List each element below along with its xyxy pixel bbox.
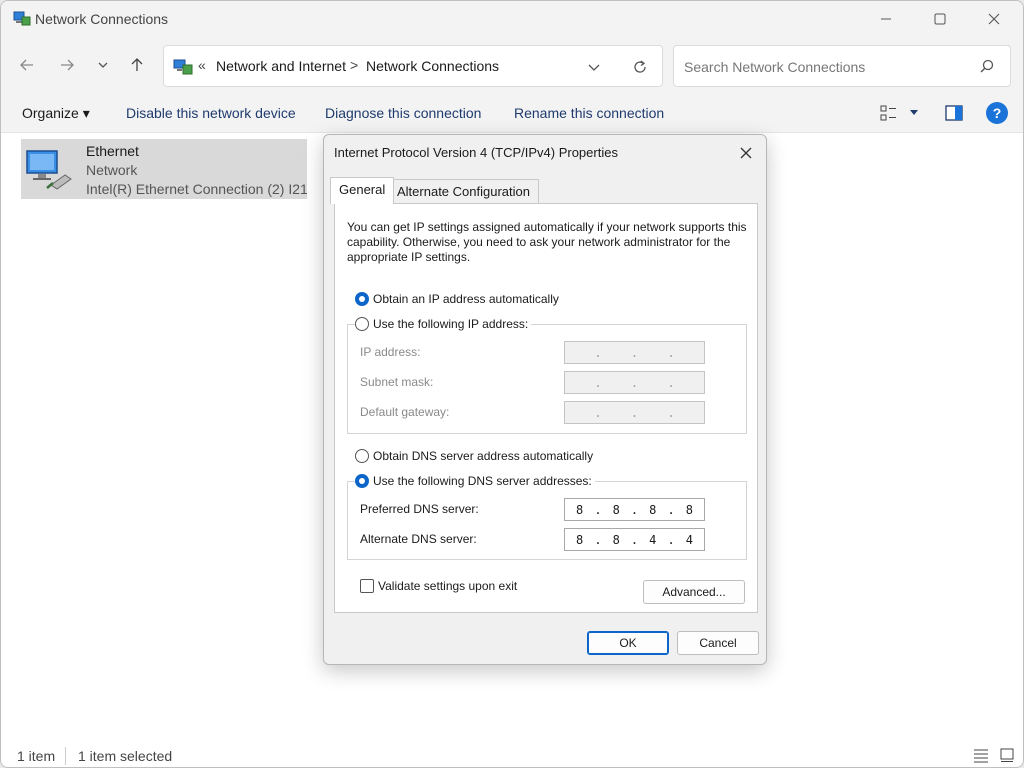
close-icon bbox=[740, 147, 752, 159]
preferred-dns-label: Preferred DNS server: bbox=[360, 502, 479, 516]
search-box[interactable]: Search Network Connections bbox=[673, 45, 1011, 87]
title-bar: Network Connections bbox=[1, 1, 1023, 37]
ip-address-field: . . . bbox=[564, 341, 705, 364]
minimize-button[interactable] bbox=[859, 1, 913, 37]
use-static-ip-option[interactable]: Use the following IP address: bbox=[355, 317, 532, 331]
forward-button[interactable] bbox=[53, 51, 81, 79]
default-gateway-label: Default gateway: bbox=[360, 405, 450, 419]
advanced-button[interactable]: Advanced... bbox=[643, 580, 745, 604]
preview-pane-icon[interactable] bbox=[944, 103, 964, 123]
status-divider bbox=[65, 747, 66, 765]
status-bar: 1 item 1 item selected bbox=[1, 737, 1023, 767]
alternate-dns-label: Alternate DNS server: bbox=[360, 532, 477, 546]
preferred-dns-field[interactable]: 8. 8. 8. 8 bbox=[564, 498, 705, 521]
breadcrumb-network-connections[interactable]: Network Connections bbox=[366, 58, 499, 74]
refresh-button[interactable] bbox=[628, 56, 652, 78]
use-dns-servers-option[interactable]: Use the following DNS server addresses: bbox=[355, 474, 595, 488]
obtain-dns-auto-radio[interactable] bbox=[355, 449, 369, 463]
static-ip-group: IP address: . . . Subnet mask: . . . Def… bbox=[347, 324, 747, 434]
diagnose-connection-command[interactable]: Diagnose this connection bbox=[325, 105, 481, 121]
general-tab-panel: You can get IP settings assigned automat… bbox=[334, 203, 758, 613]
ip-address-label: IP address: bbox=[360, 345, 421, 359]
network-connections-icon bbox=[13, 11, 31, 26]
dns-server-group: Preferred DNS server: 8. 8. 8. 8 Alterna… bbox=[347, 481, 747, 560]
connection-device: Intel(R) Ethernet Connection (2) I219... bbox=[86, 181, 307, 197]
connection-type: Network bbox=[86, 162, 138, 178]
up-arrow-icon bbox=[131, 58, 143, 71]
address-bar[interactable]: « Network and Internet > Network Connect… bbox=[163, 45, 663, 87]
back-button[interactable] bbox=[13, 51, 41, 79]
command-bar: Organize ▾ Disable this network device D… bbox=[1, 93, 1023, 133]
validate-settings-label: Validate settings upon exit bbox=[378, 579, 518, 593]
use-static-ip-label: Use the following IP address: bbox=[373, 317, 529, 331]
explorer-window: Network Connections « Network and Intern… bbox=[0, 0, 1024, 768]
alternate-dns-field[interactable]: 8. 8. 4. 4 bbox=[564, 528, 705, 551]
ipv4-properties-dialog: Internet Protocol Version 4 (TCP/IPv4) P… bbox=[323, 134, 767, 665]
obtain-dns-auto-label: Obtain DNS server address automatically bbox=[373, 449, 594, 463]
validate-settings-option[interactable]: Validate settings upon exit bbox=[360, 579, 517, 593]
caret-down-icon bbox=[910, 110, 918, 115]
cancel-button[interactable]: Cancel bbox=[677, 631, 759, 655]
intro-text: You can get IP settings assigned automat… bbox=[347, 220, 747, 264]
ok-button[interactable]: OK bbox=[587, 631, 669, 655]
breadcrumb-network-and-internet[interactable]: Network and Internet bbox=[216, 58, 346, 74]
refresh-icon bbox=[634, 60, 646, 73]
address-history-button[interactable] bbox=[582, 56, 606, 78]
chevron-down-icon bbox=[98, 62, 108, 68]
item-count: 1 item bbox=[17, 748, 56, 764]
obtain-ip-auto-radio[interactable] bbox=[355, 292, 369, 306]
obtain-ip-auto-option[interactable]: Obtain an IP address automatically bbox=[355, 292, 559, 306]
subnet-mask-label: Subnet mask: bbox=[360, 375, 434, 389]
breadcrumb-separator[interactable]: > bbox=[350, 57, 358, 73]
up-button[interactable] bbox=[123, 51, 151, 79]
navigation-bar: « Network and Internet > Network Connect… bbox=[1, 37, 1023, 93]
search-input[interactable]: Search Network Connections bbox=[684, 59, 865, 75]
chevron-down-icon bbox=[588, 64, 600, 71]
use-dns-servers-radio[interactable] bbox=[355, 474, 369, 488]
breadcrumb-overflow[interactable]: « bbox=[198, 57, 206, 73]
use-static-ip-radio[interactable] bbox=[355, 317, 369, 331]
window-close-button[interactable] bbox=[967, 1, 1021, 37]
use-dns-servers-label: Use the following DNS server addresses: bbox=[373, 474, 592, 488]
change-view-icon[interactable] bbox=[879, 103, 899, 123]
disable-device-command[interactable]: Disable this network device bbox=[126, 105, 296, 121]
large-icons-view-icon[interactable] bbox=[999, 747, 1015, 763]
window-title: Network Connections bbox=[35, 11, 169, 27]
subnet-mask-field: . . . bbox=[564, 371, 705, 394]
forward-arrow-icon bbox=[61, 59, 74, 71]
tab-general[interactable]: General bbox=[330, 177, 395, 204]
details-view-icon[interactable] bbox=[973, 747, 989, 763]
connection-name: Ethernet bbox=[86, 143, 139, 159]
search-icon[interactable] bbox=[978, 58, 996, 76]
selected-count: 1 item selected bbox=[78, 748, 173, 764]
default-gateway-field: . . . bbox=[564, 401, 705, 424]
dialog-title: Internet Protocol Version 4 (TCP/IPv4) P… bbox=[334, 145, 618, 160]
help-icon[interactable]: ? bbox=[986, 102, 1008, 124]
obtain-dns-auto-option[interactable]: Obtain DNS server address automatically bbox=[355, 449, 593, 463]
recent-locations-button[interactable] bbox=[89, 51, 117, 79]
maximize-button[interactable] bbox=[913, 1, 967, 37]
rename-connection-command[interactable]: Rename this connection bbox=[514, 105, 664, 121]
minimize-icon bbox=[881, 18, 891, 20]
ethernet-connection-item[interactable]: Ethernet Network Intel(R) Ethernet Conne… bbox=[21, 139, 307, 199]
ethernet-adapter-icon bbox=[26, 150, 72, 190]
back-arrow-icon bbox=[20, 59, 33, 71]
organize-menu[interactable]: Organize ▾ bbox=[22, 105, 90, 122]
close-icon bbox=[988, 13, 1000, 25]
obtain-ip-auto-label: Obtain an IP address automatically bbox=[373, 292, 559, 306]
validate-settings-checkbox[interactable] bbox=[360, 579, 374, 593]
dialog-close-button[interactable] bbox=[732, 141, 760, 165]
maximize-icon bbox=[934, 13, 946, 25]
view-options-button[interactable] bbox=[907, 103, 921, 123]
network-connections-icon bbox=[173, 59, 193, 75]
tab-alternate-configuration[interactable]: Alternate Configuration bbox=[388, 179, 539, 203]
